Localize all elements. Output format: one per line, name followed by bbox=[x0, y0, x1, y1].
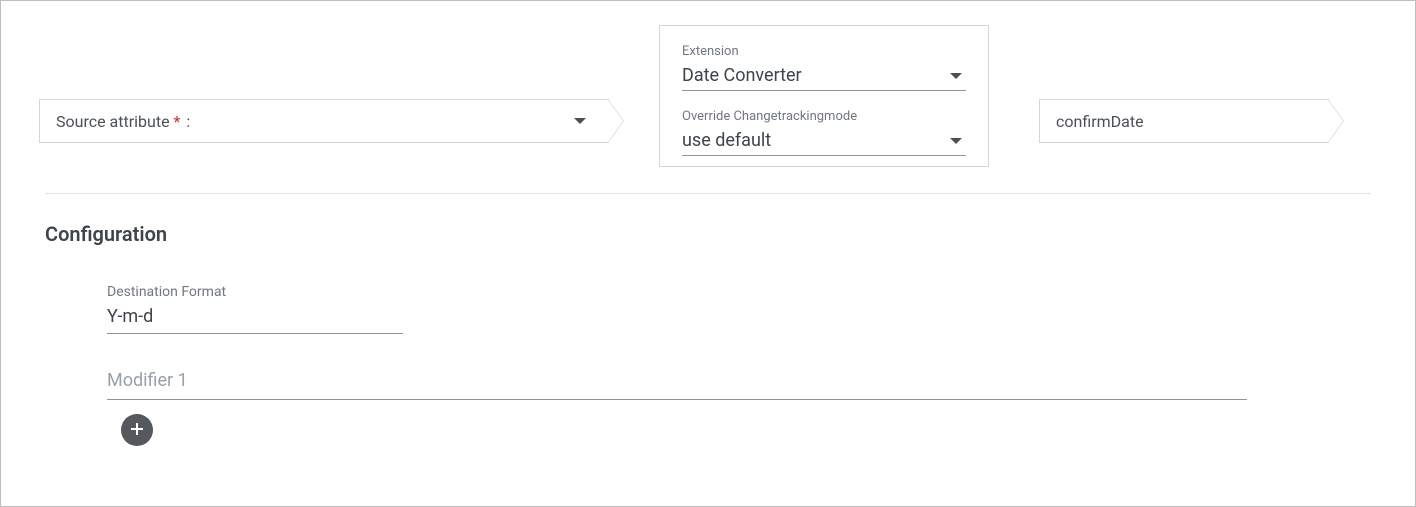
configuration-heading: Configuration bbox=[45, 222, 1371, 246]
chevron-down-icon bbox=[574, 118, 586, 124]
override-select[interactable]: use default bbox=[682, 126, 966, 156]
extension-select[interactable]: Date Converter bbox=[682, 61, 966, 91]
extension-panel: Extension Date Converter Override Change… bbox=[659, 25, 989, 167]
override-value: use default bbox=[682, 130, 771, 151]
override-label: Override Changetrackingmode bbox=[682, 109, 966, 124]
required-asterisk: * bbox=[174, 112, 181, 131]
add-modifier-button[interactable] bbox=[121, 414, 153, 446]
destination-format-input[interactable] bbox=[107, 302, 403, 334]
source-colon: : bbox=[186, 112, 190, 131]
chevron-down-icon bbox=[950, 138, 962, 144]
divider bbox=[45, 193, 1371, 194]
extension-label: Extension bbox=[682, 44, 966, 59]
source-attribute-select[interactable]: Source attribute * : bbox=[39, 99, 609, 143]
modifier-input[interactable] bbox=[107, 366, 1247, 400]
extension-value: Date Converter bbox=[682, 65, 802, 86]
destination-format-label: Destination Format bbox=[107, 284, 1371, 300]
plus-icon bbox=[129, 421, 145, 440]
destination-value: confirmDate bbox=[1056, 112, 1144, 131]
chevron-down-icon bbox=[950, 73, 962, 79]
source-attribute-label: Source attribute bbox=[56, 112, 170, 131]
destination-attribute-box[interactable]: confirmDate bbox=[1039, 99, 1329, 143]
